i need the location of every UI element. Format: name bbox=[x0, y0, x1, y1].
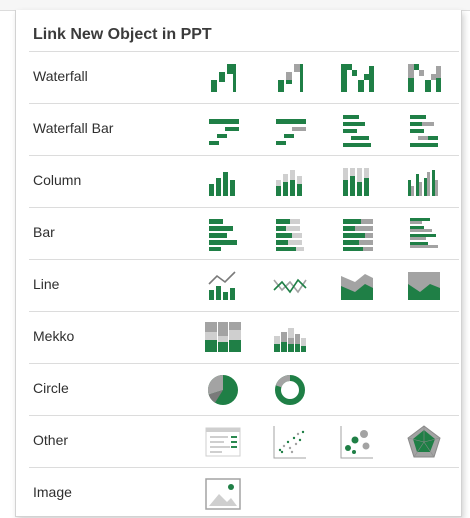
row-label-waterfall-bar: Waterfall Bar bbox=[33, 120, 114, 136]
row-mekko: Mekko bbox=[29, 311, 459, 363]
link-new-object-panel: Link New Object in PPT Waterfall Waterfa… bbox=[15, 10, 462, 517]
row-line: Line bbox=[29, 259, 459, 311]
clustered-column-icon[interactable] bbox=[404, 162, 444, 202]
row-column: Column bbox=[29, 155, 459, 207]
stacked-bar-icon[interactable] bbox=[270, 214, 310, 254]
row-waterfall-bar: Waterfall Bar bbox=[29, 103, 459, 155]
row-label-column: Column bbox=[33, 172, 82, 188]
row-label-line: Line bbox=[33, 276, 60, 292]
scatter-icon[interactable] bbox=[270, 422, 310, 462]
table-icon[interactable] bbox=[203, 422, 243, 462]
waterfall-bar-gray-icon[interactable] bbox=[270, 110, 310, 150]
row-circle: Circle bbox=[29, 363, 459, 415]
mekko-bar-icon[interactable] bbox=[270, 318, 310, 358]
row-label-other: Other bbox=[33, 432, 69, 448]
mekko-icon[interactable] bbox=[203, 318, 243, 358]
doughnut-icon[interactable] bbox=[270, 370, 310, 410]
waterfall-bar-stacked-icon[interactable] bbox=[337, 110, 377, 150]
bar-icon[interactable] bbox=[203, 214, 243, 254]
waterfall-bar-stacked-gray-icon[interactable] bbox=[404, 110, 444, 150]
radar-icon[interactable] bbox=[404, 422, 444, 462]
waterfall-icon[interactable] bbox=[203, 58, 243, 98]
waterfall-segmented-icon[interactable] bbox=[337, 58, 377, 98]
row-label-circle: Circle bbox=[33, 380, 69, 396]
row-label-image: Image bbox=[33, 484, 72, 500]
line-column-icon[interactable] bbox=[203, 266, 243, 306]
row-label-mekko: Mekko bbox=[33, 328, 75, 344]
area-icon[interactable] bbox=[337, 266, 377, 306]
waterfall-segmented-gray-icon[interactable] bbox=[404, 58, 444, 98]
panel-title: Link New Object in PPT bbox=[33, 26, 212, 43]
row-waterfall: Waterfall bbox=[29, 51, 459, 103]
line-icon[interactable] bbox=[270, 266, 310, 306]
stacked-bar-100-icon[interactable] bbox=[337, 214, 377, 254]
page: Link New Object in PPT Waterfall Waterfa… bbox=[0, 0, 470, 518]
waterfall-bar-icon[interactable] bbox=[203, 110, 243, 150]
area-100-icon[interactable] bbox=[404, 266, 444, 306]
row-bar: Bar bbox=[29, 207, 459, 259]
clustered-bar-icon[interactable] bbox=[404, 214, 444, 254]
image-icon[interactable] bbox=[203, 474, 243, 514]
stacked-column-100-icon[interactable] bbox=[337, 162, 377, 202]
waterfall-gap-icon[interactable] bbox=[270, 58, 310, 98]
row-image: Image bbox=[29, 467, 459, 518]
row-label-waterfall: Waterfall bbox=[33, 68, 88, 84]
bubble-icon[interactable] bbox=[337, 422, 377, 462]
column-icon[interactable] bbox=[203, 162, 243, 202]
stacked-column-icon[interactable] bbox=[270, 162, 310, 202]
pie-icon[interactable] bbox=[203, 370, 243, 410]
row-label-bar: Bar bbox=[33, 224, 55, 240]
row-other: Other bbox=[29, 415, 459, 467]
